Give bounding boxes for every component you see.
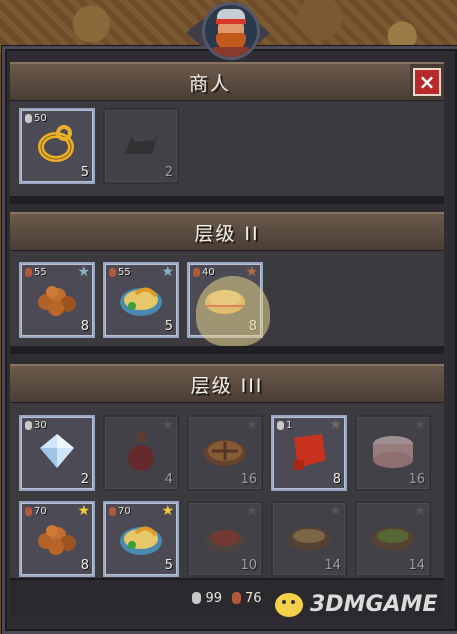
- red-cloth-icon: [286, 428, 332, 478]
- close-icon: ×: [413, 68, 441, 96]
- pie-icon: [200, 431, 250, 475]
- item-price-value: 55: [118, 267, 131, 278]
- star-icon: ★: [245, 264, 258, 280]
- star-icon: ★: [329, 417, 342, 433]
- tier3-title: 层级 III: [10, 364, 444, 404]
- star-icon: ★: [413, 417, 426, 433]
- tier3-item-slot[interactable]: ★ 16: [355, 415, 431, 491]
- item-quantity: 5: [164, 558, 173, 573]
- star-icon: ★: [161, 503, 174, 519]
- green-soup-icon: [368, 517, 418, 561]
- silver-count: 99: [205, 590, 222, 606]
- item-price: 50: [25, 113, 47, 124]
- iron-ingot-icon: [118, 124, 164, 168]
- item-price: 70: [109, 506, 131, 517]
- tier2-item-slot[interactable]: 55 ★ 5: [103, 262, 179, 338]
- tier3-item-slot[interactable]: ★ 16: [187, 415, 263, 491]
- tier2-title: 层级 II: [10, 212, 444, 252]
- star-icon: ★: [161, 264, 174, 280]
- item-price: 70: [25, 506, 47, 517]
- copper-coin-icon: [193, 268, 200, 277]
- diamond-icon: [34, 430, 80, 476]
- silver-coin-icon: [25, 421, 32, 430]
- nuts-icon: [34, 517, 80, 561]
- star-icon: ★: [245, 503, 258, 519]
- cake-icon: [368, 430, 418, 476]
- item-quantity: 4: [164, 472, 173, 487]
- meat-dish-icon: [200, 517, 250, 561]
- fish-bowl-icon: [116, 276, 166, 324]
- item-quantity: 5: [80, 165, 89, 180]
- watermark-text: 3DMGAME: [310, 591, 438, 617]
- copper-coin-icon: [25, 507, 32, 516]
- item-quantity: 8: [332, 472, 341, 487]
- silver-coin-icon: [192, 592, 202, 604]
- soup-bowl-icon: [284, 517, 334, 561]
- tier3-item-slot[interactable]: 70 ★ 8: [19, 501, 95, 577]
- avatar: [202, 2, 260, 60]
- copper-coin-icon: [25, 268, 32, 277]
- merchant-item-slot[interactable]: 2: [103, 108, 179, 184]
- item-price: 55: [109, 267, 131, 278]
- close-button[interactable]: ×: [410, 62, 444, 102]
- silver-coin-icon: [277, 421, 284, 430]
- gold-ring-icon: [34, 121, 80, 171]
- fish-bowl-icon: [116, 515, 166, 563]
- star-icon: ★: [161, 417, 174, 433]
- item-price: 1: [277, 420, 292, 431]
- tier3-item-slot[interactable]: ★ 14: [355, 501, 431, 577]
- copper-coin-icon: [109, 268, 116, 277]
- item-quantity: 8: [80, 558, 89, 573]
- tier3-item-slot[interactable]: 70 ★ 5: [103, 501, 179, 577]
- item-price-value: 30: [34, 420, 47, 431]
- tier2-item-slot[interactable]: 55 ★ 8: [19, 262, 95, 338]
- watermark-logo-icon: [275, 593, 303, 617]
- item-price: 55: [25, 267, 47, 278]
- item-price-value: 50: [34, 113, 47, 124]
- item-quantity: 16: [408, 472, 425, 487]
- nuts-icon: [34, 278, 80, 322]
- tier3-item-slot[interactable]: ★ 10: [187, 501, 263, 577]
- copper-coin-counter: 76: [232, 591, 262, 606]
- item-quantity: 16: [240, 472, 257, 487]
- item-price-value: 70: [118, 506, 131, 517]
- item-price: 30: [25, 420, 47, 431]
- item-quantity: 5: [164, 319, 173, 334]
- copper-coin-icon: [109, 507, 116, 516]
- tier3-item-slot[interactable]: ★ 4: [103, 415, 179, 491]
- star-icon: ★: [77, 264, 90, 280]
- merchant-item-slot[interactable]: 50 5: [19, 108, 95, 184]
- item-quantity: 8: [80, 319, 89, 334]
- item-price: 40: [193, 267, 215, 278]
- item-price-value: 40: [202, 267, 215, 278]
- item-quantity: 14: [408, 558, 425, 573]
- star-icon: ★: [413, 503, 426, 519]
- merchant-portrait: [186, 2, 270, 64]
- item-quantity: 14: [324, 558, 341, 573]
- star-icon: ★: [245, 417, 258, 433]
- silver-coin-counter: 99: [192, 591, 222, 606]
- star-icon: ★: [329, 503, 342, 519]
- star-icon: ★: [77, 503, 90, 519]
- merchant-title: 商人: [10, 62, 410, 102]
- item-quantity: 2: [164, 165, 173, 180]
- watermark: 3DMGAME: [272, 582, 452, 626]
- tier3-item-slot[interactable]: 1 ★ 8: [271, 415, 347, 491]
- copper-count: 76: [245, 590, 262, 606]
- potion-icon: [123, 428, 159, 478]
- tier3-item-slot[interactable]: ★ 14: [271, 501, 347, 577]
- item-quantity: 10: [240, 558, 257, 573]
- tier3-item-slot[interactable]: 30 2: [19, 415, 95, 491]
- item-price-value: 70: [34, 506, 47, 517]
- silver-coin-icon: [25, 114, 32, 123]
- copper-coin-icon: [232, 592, 241, 604]
- item-price-value: 55: [34, 267, 47, 278]
- item-price-value: 1: [286, 420, 293, 431]
- ghost-overlay-icon: [196, 276, 270, 346]
- item-quantity: 2: [80, 472, 89, 487]
